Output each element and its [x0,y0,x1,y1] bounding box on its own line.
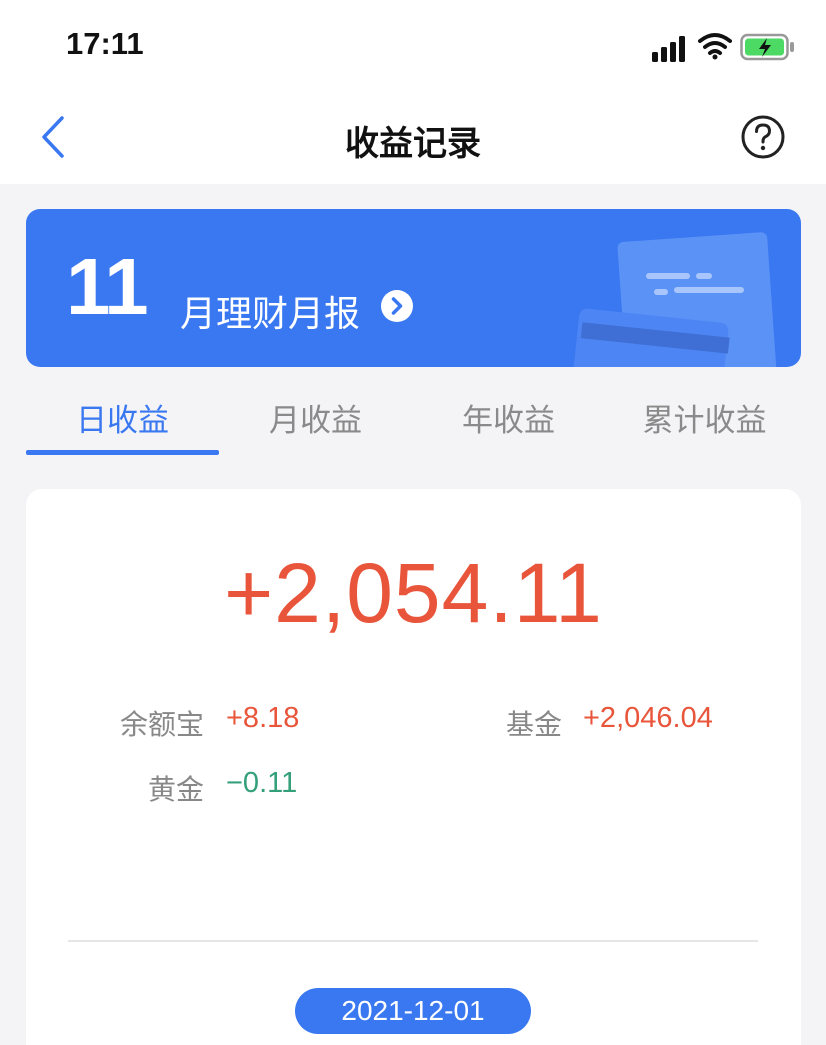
wifi-icon [698,33,732,60]
chevron-right-circle-icon [381,290,413,322]
report-month: 11 [66,242,149,331]
report-title: 月理财月报 [180,294,361,335]
monthly-report-banner[interactable]: 11 月理财月报 [26,209,801,367]
signal-icon [652,36,685,62]
tab-daily-earnings[interactable]: 日收益 [26,395,219,440]
total-earnings: +2,054.11 [224,546,603,640]
fund-value: +2,046.04 [583,702,713,734]
tab-yearly-earnings[interactable]: 年收益 [412,395,605,440]
tab-monthly-earnings[interactable]: 月收益 [219,395,412,440]
earnings-summary-card: +2,054.11 余额宝 +8.18 基金 +2,046.04 黄金 −0.1… [26,489,801,1045]
status-time: 17:11 [66,26,144,61]
page-title: 收益记录 [345,124,481,164]
nav-bar: 收益记录 [0,90,826,184]
tab-cumulative-earnings[interactable]: 累计收益 [608,395,801,440]
battery-charging-icon [740,33,794,61]
yuebao-value: +8.18 [226,702,300,734]
gold-label: 黄金 [147,773,204,806]
report-illustration [571,232,777,367]
earnings-tabs: 日收益 月收益 年收益 累计收益 [26,385,801,457]
yuebao-label: 余额宝 [119,708,204,741]
active-tab-indicator [26,450,219,455]
gold-value: −0.11 [226,767,298,799]
status-bar: 17:11 [0,0,826,90]
date-badge: 2021-12-01 [295,988,531,1034]
fund-label: 基金 [505,708,562,741]
question-circle-icon[interactable] [740,114,786,160]
divider [68,940,758,942]
